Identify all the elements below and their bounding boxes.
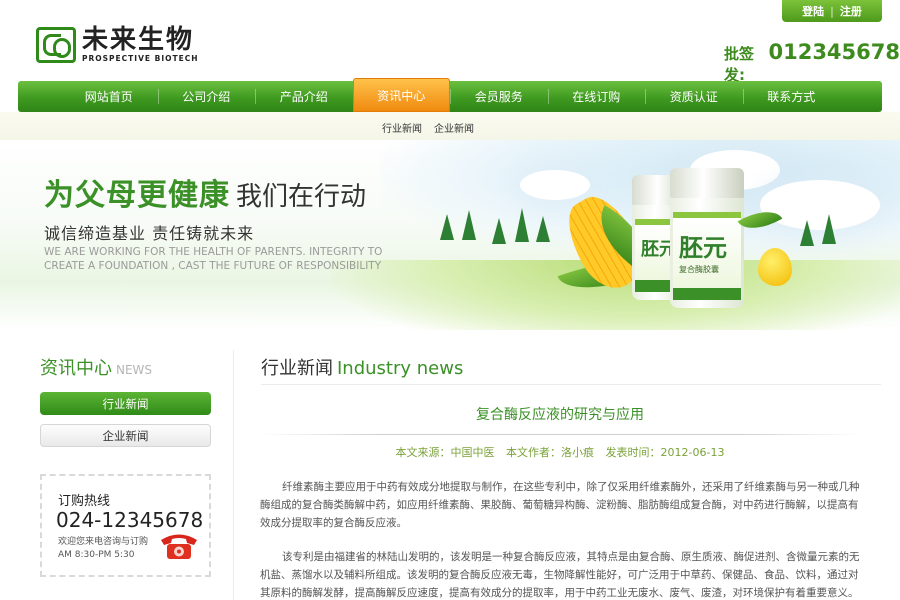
- order-hotline-hours: AM 8:30-PM 5:30: [58, 550, 135, 560]
- nav-item-news[interactable]: 资讯中心: [352, 78, 450, 112]
- banner-slogan-green: 为父母更健康: [44, 178, 230, 213]
- order-hotline-desc-line1: 欢迎您来电咨询与订购: [58, 537, 149, 547]
- hero-banner: 为父母更健康 我们在行动 诚信缔造基业 责任铸就未来 WE ARE WORKIN…: [0, 140, 900, 330]
- tree-image: [822, 214, 836, 244]
- subnav-industry-news[interactable]: 行业新闻: [382, 120, 422, 135]
- sidebar-title-en: NEWS: [116, 363, 153, 377]
- main-section-title: 行业新闻 Industry news: [261, 354, 463, 380]
- logo-en-text: PROSPECTIVE BIOTECH: [82, 54, 199, 63]
- auth-bar: 登陆 | 注册: [782, 0, 882, 22]
- article-divider: [260, 434, 860, 435]
- banner-english-slogan: WE ARE WORKING FOR THE HEALTH OF PARENTS…: [44, 246, 383, 272]
- product-bottle: 胚元 复合酶胶囊: [670, 168, 744, 308]
- order-hotline-title: 订购热线: [58, 494, 111, 509]
- sidebar-item-company-news[interactable]: 企业新闻: [40, 424, 211, 447]
- article-meta: 本文来源：中国中医 本文作者：洛小痕 发表时间：2012-06-13: [260, 444, 860, 460]
- article-paragraph: 纤维素酶主要应用于中药有效成分地提取与制作，在这些专利中，除了仅采用纤维素酶外，…: [260, 481, 860, 529]
- nav-item-contact[interactable]: 联系方式: [742, 81, 841, 112]
- auth-separator: |: [830, 4, 834, 18]
- logo-icon: [36, 26, 76, 63]
- tree-image: [800, 220, 814, 246]
- tree-image: [462, 210, 476, 240]
- sub-nav: 行业新闻 企业新闻: [0, 112, 900, 140]
- article-date: 发表时间：2012-06-13: [605, 446, 725, 459]
- nav-item-certification[interactable]: 资质认证: [645, 81, 743, 112]
- nav-item-order[interactable]: 在线订购: [547, 81, 646, 112]
- nav-item-members[interactable]: 会员服务: [450, 81, 548, 112]
- article-author: 本文作者：洛小痕: [506, 446, 595, 459]
- main-title-en: Industry news: [337, 358, 464, 379]
- nav-item-products[interactable]: 产品介绍: [255, 81, 353, 112]
- main-nav: 网站首页 公司介绍 产品介绍 资讯中心 会员服务 在线订购 资质认证 联系方式: [18, 78, 882, 112]
- header-hotline-number: 012345678: [768, 40, 900, 64]
- main-title-cn: 行业新闻: [261, 358, 333, 379]
- subnav-company-news[interactable]: 企业新闻: [434, 120, 474, 135]
- page: 登陆 | 注册 未来生物 PROSPECTIVE BIOTECH 批签发: 01…: [0, 0, 900, 600]
- sidebar-item-industry-news[interactable]: 行业新闻: [40, 392, 211, 415]
- banner-subslogan: 诚信缔造基业 责任铸就未来: [44, 224, 255, 243]
- telephone-icon: [161, 534, 197, 559]
- banner-slogan: 为父母更健康 我们在行动: [44, 170, 366, 214]
- header-hotline: 批签发: 012345678: [724, 40, 900, 85]
- product-subname: 复合酶胶囊: [679, 265, 719, 274]
- section-divider: [261, 384, 881, 385]
- tree-image: [492, 218, 506, 244]
- order-hotline-desc: 欢迎您来电咨询与订购 AM 8:30-PM 5:30: [58, 536, 148, 562]
- sidebar-title-cn: 资讯中心: [40, 358, 112, 379]
- article-source: 本文来源：中国中医: [395, 446, 495, 459]
- tree-image: [440, 214, 454, 240]
- nav-item-home[interactable]: 网站首页: [60, 81, 158, 112]
- product-name: 胚元: [679, 234, 727, 262]
- site-logo[interactable]: 未来生物 PROSPECTIVE BIOTECH: [36, 26, 199, 63]
- order-hotline-box: 订购热线 024-12345678 欢迎您来电咨询与订购 AM 8:30-PM …: [40, 474, 211, 577]
- banner-slogan-dark: 我们在行动: [236, 182, 367, 212]
- sidebar-title: 资讯中心 NEWS: [40, 354, 152, 380]
- tree-image: [536, 216, 550, 242]
- header-hotline-label: 批签发:: [724, 45, 755, 84]
- article-title: 复合酶反应液的研究与应用: [476, 407, 644, 423]
- nav-item-about[interactable]: 公司介绍: [157, 81, 256, 112]
- cloud-image: [760, 180, 880, 230]
- article-paragraph: 该专利是由福建省的林陆山发明的，该发明是一种复合酶反应液，其特点是由复合酶、原生…: [260, 551, 860, 599]
- login-link[interactable]: 登陆: [802, 3, 824, 19]
- column-divider: [233, 350, 234, 600]
- register-link[interactable]: 注册: [840, 3, 862, 19]
- cloud-image: [520, 170, 590, 200]
- tree-image: [515, 208, 529, 242]
- order-hotline-number: 024-12345678: [56, 508, 204, 532]
- logo-cn-text: 未来生物: [82, 25, 195, 55]
- corn-kernel-image: [758, 248, 792, 286]
